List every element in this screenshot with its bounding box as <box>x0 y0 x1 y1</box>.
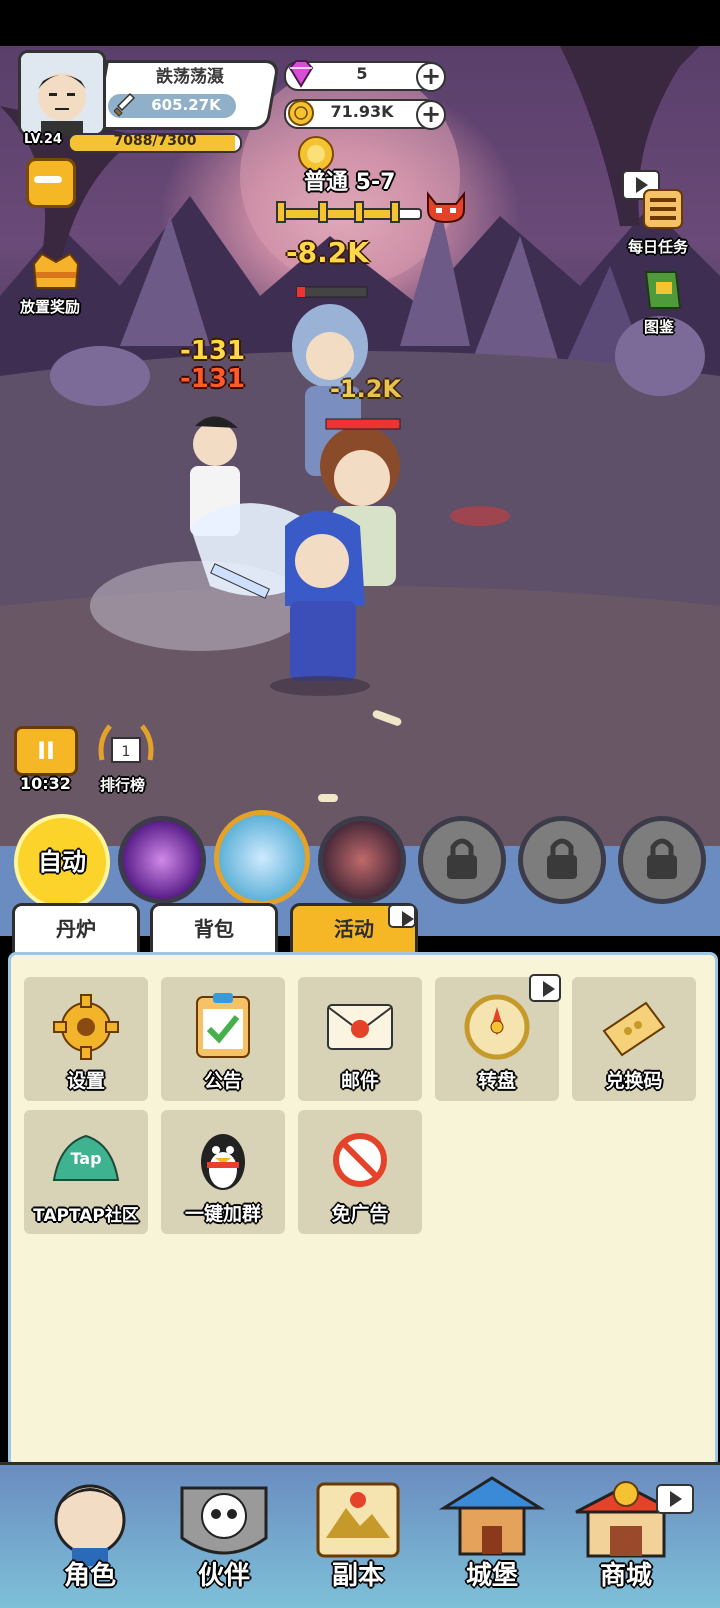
progress-tick <box>390 201 400 223</box>
laurel-trophy-icon: 1 <box>98 724 154 763</box>
boss-demon-icon[interactable] <box>424 190 468 226</box>
qq-penguin-icon <box>201 1134 245 1190</box>
rank-digit-glyph: 1 <box>122 744 131 760</box>
lock-icon <box>647 838 677 879</box>
nav-partner[interactable]: 伙伴 <box>162 1468 286 1598</box>
skill-slot-beast[interactable] <box>318 816 406 904</box>
nav-dungeon-label: 副本 <box>331 1561 384 1591</box>
damage-number: -131 <box>180 336 246 366</box>
nav-castle[interactable]: 城堡 <box>430 1468 554 1598</box>
add-gold-button[interactable]: + <box>416 100 446 130</box>
treasure-chest-icon <box>32 252 80 289</box>
skill-slot-locked[interactable] <box>418 816 506 904</box>
stage-label: 普通 5-7 <box>304 170 396 195</box>
scroll-map-icon <box>316 1482 400 1558</box>
damage-number: -1.2K <box>330 375 402 403</box>
nav-role[interactable]: 角色 <box>28 1468 152 1598</box>
progress-tick <box>318 201 328 223</box>
daily-tasks-label: 每日任务 <box>628 238 689 256</box>
join-group-label: 一键加群 <box>184 1203 261 1225</box>
nav-shop-label: 商城 <box>599 1561 652 1591</box>
ticket-icon <box>602 1001 666 1057</box>
status-bar <box>0 0 720 46</box>
idle-reward-label: 放置奖励 <box>20 298 81 316</box>
taptap-icon: Tap <box>52 1134 120 1181</box>
nav-partner-label: 伙伴 <box>197 1561 250 1591</box>
add-diamonds-button[interactable]: + <box>416 62 446 92</box>
join-group-tile[interactable]: 一键加群 <box>161 1110 285 1234</box>
stage-progress-fill <box>280 210 401 218</box>
taptap-icon-glyph: Tap <box>70 1149 101 1168</box>
battle-timer: 10:32 <box>20 774 71 793</box>
nav-dungeon[interactable]: 副本 <box>296 1468 420 1598</box>
partner-panda-icon <box>180 1486 268 1555</box>
auto-label: 自动 <box>38 848 86 876</box>
skill-slot-vortex[interactable] <box>118 816 206 904</box>
book-icon <box>644 271 682 309</box>
notice-tile[interactable]: 公告 <box>161 977 285 1101</box>
mail-label: 邮件 <box>340 1070 379 1092</box>
avatar-face-icon <box>21 53 103 133</box>
task-list-icon <box>643 189 683 229</box>
player-name: 詄荡荡滠 <box>156 67 224 87</box>
role-portrait-icon <box>54 1484 126 1566</box>
redeem-code-label: 兑换码 <box>605 1070 663 1092</box>
nav-role-label: 角色 <box>63 1561 116 1591</box>
shop-icon <box>575 1481 677 1558</box>
tab-alchemy-furnace[interactable]: 丹炉 <box>12 903 140 955</box>
wheel-icon <box>464 994 530 1060</box>
stage-progress-bar <box>278 208 422 220</box>
lock-icon <box>547 838 577 879</box>
daily-tasks-button[interactable] <box>640 186 686 232</box>
skill-slot-fox-pet[interactable] <box>214 810 310 906</box>
player-avatar[interactable] <box>18 50 106 136</box>
damage-number: -8.2K <box>286 236 369 269</box>
player-power: 605.27K <box>151 96 221 114</box>
pause-button[interactable]: II <box>14 726 78 776</box>
gear-icon <box>53 994 119 1060</box>
nav-castle-label: 城堡 <box>465 1561 518 1591</box>
video-ad-badge <box>388 904 416 928</box>
castle-icon <box>438 1476 546 1556</box>
sword-icon <box>113 92 136 118</box>
codex-button[interactable] <box>642 268 684 312</box>
progress-tick <box>354 201 364 223</box>
player-level: LV.24 <box>24 132 62 147</box>
leaderboard-button[interactable]: 1 <box>96 720 156 770</box>
gold-count: 71.93K <box>330 102 394 121</box>
tab-backpack[interactable]: 背包 <box>150 903 278 955</box>
wheel-label: 转盘 <box>477 1070 516 1092</box>
no-ads-icon <box>333 1133 387 1187</box>
menu-icon <box>34 176 62 183</box>
lock-icon <box>447 838 477 879</box>
notice-board-icon <box>196 993 250 1058</box>
codex-label: 图鉴 <box>644 318 675 336</box>
idle-reward-button[interactable] <box>30 250 82 292</box>
menu-button[interactable] <box>26 158 76 208</box>
auto-skill-button[interactable]: 自动 <box>14 814 110 910</box>
notice-label: 公告 <box>203 1070 242 1092</box>
settings-tile[interactable]: 设置 <box>24 977 148 1101</box>
mail-icon <box>327 1004 393 1050</box>
diamond-count: 5 <box>356 64 368 83</box>
skill-slot-locked[interactable] <box>518 816 606 904</box>
settings-label: 设置 <box>66 1070 105 1092</box>
damage-number: -131 <box>180 364 246 394</box>
leaderboard-label: 排行榜 <box>100 776 146 794</box>
mail-tile[interactable]: 邮件 <box>298 977 422 1101</box>
exp-text: 7088/7300 <box>113 133 197 149</box>
no-ads-label: 免广告 <box>331 1203 389 1225</box>
progress-tick <box>276 201 286 223</box>
skill-slot-locked[interactable] <box>618 816 706 904</box>
redeem-code-tile[interactable]: 兑换码 <box>572 977 696 1101</box>
video-ad-badge <box>529 974 561 1002</box>
taptap-tile[interactable]: Tap TAPTAP社区 <box>24 1110 148 1234</box>
taptap-label: TAPTAP社区 <box>33 1206 139 1226</box>
no-ads-tile[interactable]: 免广告 <box>298 1110 422 1234</box>
video-ad-badge <box>656 1484 694 1514</box>
